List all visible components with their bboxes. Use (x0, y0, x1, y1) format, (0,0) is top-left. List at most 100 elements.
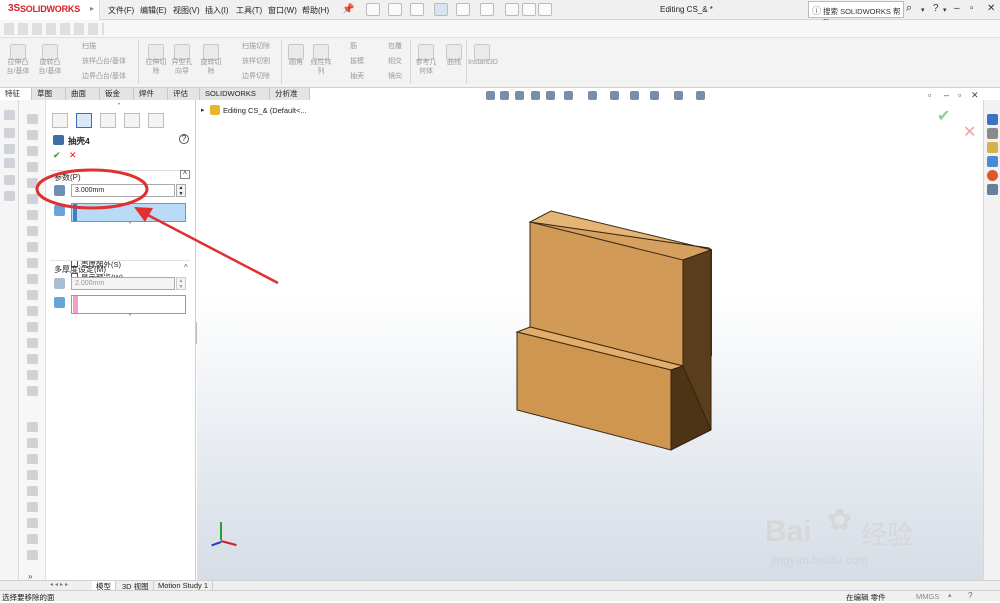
section-view-icon[interactable] (531, 91, 540, 100)
edit-appearance-icon[interactable] (630, 91, 639, 100)
status-help-icon[interactable]: ? (968, 591, 972, 600)
sweep-label[interactable]: 扫描 (82, 42, 96, 51)
tool-icon[interactable] (27, 550, 38, 560)
tool-icon[interactable] (27, 422, 38, 432)
tool-icon[interactable] (27, 114, 38, 124)
tool-icon[interactable] (27, 518, 38, 528)
tool-icon[interactable] (27, 178, 38, 188)
collapse-multi-icon[interactable]: ^ (184, 263, 188, 272)
pm-help-icon[interactable]: ? (179, 134, 189, 144)
search-dropdown-icon[interactable]: ▾ (921, 6, 925, 14)
tool-icon[interactable] (27, 226, 38, 236)
menu-tools[interactable]: 工具(T) (236, 5, 262, 16)
strip-icon[interactable] (4, 144, 15, 154)
status-units[interactable]: MMGS (916, 592, 939, 601)
boundary-boss-label[interactable]: 边界凸台/基体 (82, 72, 126, 81)
instant3d-label[interactable]: Instant3D (466, 58, 500, 67)
tool-icon[interactable] (27, 386, 38, 396)
menu-view[interactable]: 视图(V) (173, 5, 200, 16)
mirror-label[interactable]: 镜向 (388, 72, 402, 81)
cancel-button[interactable]: ✕ (69, 150, 77, 161)
close-icon[interactable]: ✕ (987, 3, 995, 14)
tool-icon[interactable] (27, 534, 38, 544)
configuration-manager-tab-icon[interactable] (100, 113, 116, 128)
tab-motion-study[interactable]: Motion Study 1 (154, 581, 214, 590)
pin-icon[interactable]: 📌 (342, 4, 354, 15)
file-properties-icon[interactable] (522, 3, 536, 16)
multi-thickness-spinner[interactable]: ▲ ▼ (176, 277, 186, 290)
tool-icon[interactable] (27, 242, 38, 252)
tool-icon[interactable] (27, 306, 38, 316)
curves-label[interactable]: 曲线 (441, 58, 467, 67)
shell-label[interactable]: 抽壳 (350, 72, 364, 81)
tab-nav-arrows[interactable]: ◂◂▸▸ (50, 581, 70, 588)
collapse-params-icon[interactable]: ^ (180, 170, 190, 179)
design-library-icon[interactable] (987, 128, 998, 139)
menu-edit[interactable]: 编辑(E) (140, 5, 167, 16)
menu-window[interactable]: 窗口(W) (268, 5, 297, 16)
view-palette-icon[interactable] (987, 156, 998, 167)
tool-icon[interactable] (27, 290, 38, 300)
apply-scene-icon[interactable] (650, 91, 659, 100)
restore-icon[interactable]: ▫ (970, 3, 974, 14)
previous-view-icon[interactable] (515, 91, 524, 100)
dynamic-annotation-icon[interactable] (546, 91, 555, 100)
strip-icon[interactable] (4, 175, 15, 185)
tab-weldments[interactable]: 焊件 (134, 88, 168, 100)
tool-icon[interactable] (27, 470, 38, 480)
search-icon[interactable]: ⌕ (906, 2, 912, 15)
draft-label[interactable]: 拔模 (350, 57, 364, 66)
lofted-cut-label[interactable]: 放样切割 (242, 57, 270, 66)
multi-thickness-field[interactable]: 2.000mm (71, 277, 175, 290)
hide-show-icon[interactable] (610, 91, 619, 100)
tool-icon[interactable] (27, 454, 38, 464)
tool-icon[interactable] (27, 210, 38, 220)
custom-properties-icon[interactable] (987, 184, 998, 195)
property-manager-tab-icon[interactable] (76, 113, 92, 128)
panel-grip[interactable]: • (118, 102, 120, 108)
appearances-icon[interactable] (987, 170, 998, 181)
tab-sketch[interactable]: 草图 (32, 88, 66, 100)
loft-label[interactable]: 放样凸台/基体 (82, 57, 126, 66)
resize-handle[interactable]: • (129, 221, 131, 227)
rebuild-icon[interactable] (505, 3, 519, 16)
tool-icon[interactable] (27, 258, 38, 268)
units-dropdown-icon[interactable]: ▴ (948, 591, 952, 599)
new-icon[interactable] (366, 3, 380, 16)
viewport-minimize-icon[interactable]: ▫ (928, 90, 931, 100)
thickness-spinner[interactable]: ▲ ▼ (176, 184, 186, 197)
menu-insert[interactable]: 插入(I) (205, 5, 229, 16)
feature-manager-tab-icon[interactable] (52, 113, 68, 128)
select-icon[interactable] (480, 3, 494, 16)
menu-help[interactable]: 帮助(H) (302, 5, 329, 16)
faces-to-remove-list[interactable] (71, 203, 186, 222)
tool-icon[interactable] (27, 486, 38, 496)
extrude-boss-label[interactable]: 拉伸凸 台/基体 (3, 58, 33, 76)
tool-icon[interactable] (27, 354, 38, 364)
tool-icon[interactable] (27, 162, 38, 172)
graphics-area[interactable]: ▸ Editing CS_& (Default<... ✔ ✕ Bai ✿ 经验… (197, 100, 983, 580)
fillet-label[interactable]: 圆角 (284, 58, 308, 67)
help-dropdown-icon[interactable]: ▾ (943, 6, 947, 14)
dimxpert-manager-tab-icon[interactable] (124, 113, 140, 128)
solidworks-logo[interactable]: 3S SOLIDWORKS ▸ (0, 0, 100, 20)
revolve-boss-label[interactable]: 旋转凸 台/基体 (35, 58, 65, 76)
display-style-icon[interactable] (588, 91, 597, 100)
multi-faces-list[interactable] (71, 295, 186, 314)
view-orientation-icon[interactable] (564, 91, 573, 100)
menu-file[interactable]: 文件(F) (108, 5, 134, 16)
strip-icon[interactable] (4, 158, 15, 168)
tab-surfaces[interactable]: 曲面 (66, 88, 100, 100)
viewport-tile-icon[interactable]: – (944, 90, 949, 100)
strip-icon[interactable] (4, 110, 15, 120)
hole-wizard-label[interactable]: 异型孔 向导 (167, 58, 197, 76)
tool-icon[interactable] (27, 274, 38, 284)
resources-home-icon[interactable] (987, 114, 998, 125)
tool-icon[interactable] (27, 146, 38, 156)
wrap-label[interactable]: 包覆 (388, 42, 402, 51)
tool-icon[interactable] (27, 438, 38, 448)
strip-icon[interactable] (4, 191, 15, 201)
undo-icon[interactable] (456, 3, 470, 16)
tab-sheet-metal[interactable]: 钣金 (100, 88, 134, 100)
revolve-cut-label[interactable]: 旋转切 除 (196, 58, 226, 76)
